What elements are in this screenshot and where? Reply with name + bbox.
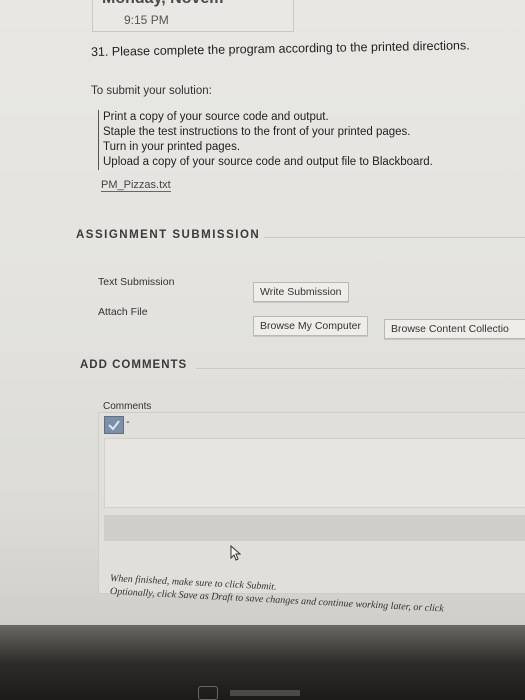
comments-label: Comments [103, 401, 152, 412]
browse-my-computer-button[interactable]: Browse My Computer [253, 316, 368, 336]
instruction-item: Print a copy of your source code and out… [103, 111, 329, 123]
text-submission-label: Text Submission [98, 276, 175, 288]
date-label: Monday, Novem [102, 0, 224, 8]
instruction-item: Upload a copy of your source code and ou… [103, 156, 433, 168]
submit-instructions-label: To submit your solution: [91, 85, 212, 97]
section-divider [264, 237, 525, 238]
assignment-submission-heading: ASSIGNMENT SUBMISSION [76, 229, 261, 241]
taskbar-strip [230, 690, 300, 696]
comments-textarea[interactable] [104, 438, 525, 508]
write-submission-button[interactable]: Write Submission [253, 282, 349, 302]
spellcheck-dropdown[interactable]: - [126, 416, 130, 428]
instructions-list: Print a copy of your source code and out… [98, 110, 463, 170]
taskbar-app-icon[interactable] [198, 686, 218, 700]
spellcheck-icon[interactable] [104, 416, 124, 434]
attach-file-label: Attach File [98, 306, 148, 318]
mouse-cursor-icon [230, 544, 242, 566]
instruction-item: Turn in your printed pages. [103, 141, 241, 153]
add-comments-heading: ADD COMMENTS [80, 359, 188, 371]
instruction-item: Staple the test instructions to the fron… [103, 126, 411, 138]
time-label: 9:15 PM [124, 13, 169, 27]
attachment-link[interactable]: PM_Pizzas.txt [101, 179, 171, 192]
screen-bottom-bezel [0, 625, 525, 700]
section-divider [196, 368, 525, 369]
browse-content-collection-button[interactable]: Browse Content Collectio [384, 319, 525, 339]
editor-status-bar [104, 515, 525, 541]
